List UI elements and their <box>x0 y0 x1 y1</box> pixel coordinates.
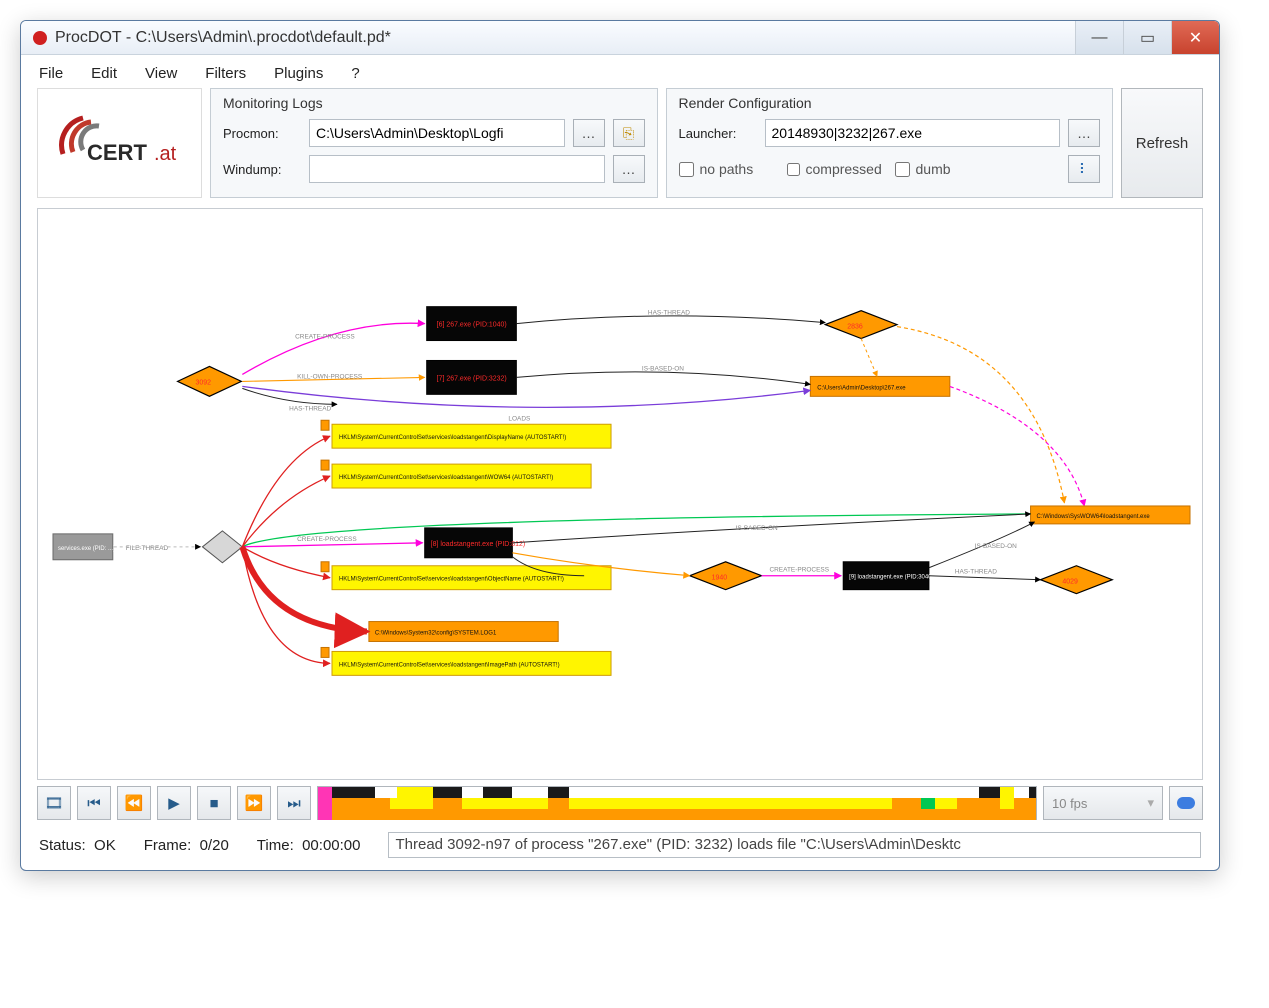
close-button[interactable]: ✕ <box>1171 21 1219 54</box>
svg-text:C:\Windows\SysWOW64\loadstange: C:\Windows\SysWOW64\loadstangent.exe <box>1037 514 1151 520</box>
maximize-button[interactable]: ▭ <box>1123 21 1171 54</box>
status-bar: Status: OK Frame: 0/20 Time: 00:00:00 Th… <box>21 826 1219 870</box>
svg-text:IS-BASED-ON: IS-BASED-ON <box>642 365 684 372</box>
windump-label: Windump: <box>223 162 301 177</box>
svg-text:HKLM\System\CurrentControlSet\: HKLM\System\CurrentControlSet\services\l… <box>339 435 566 441</box>
svg-text:HKLM\System\CurrentControlSet\: HKLM\System\CurrentControlSet\services\l… <box>339 577 564 583</box>
menubar: File Edit View Filters Plugins ? <box>21 55 1219 88</box>
svg-text:IS-BASED-ON: IS-BASED-ON <box>975 543 1017 550</box>
window-title: ProcDOT - C:\Users\Admin\.procdot\defaul… <box>55 29 1075 47</box>
procmon-input[interactable] <box>309 119 565 147</box>
svg-text:[9] loadstangent.exe (PID:3040: [9] loadstangent.exe (PID:3040) <box>849 575 933 581</box>
minimize-button[interactable]: — <box>1075 21 1123 54</box>
menu-edit[interactable]: Edit <box>91 65 117 82</box>
frame-value: 0/20 <box>200 837 229 854</box>
render-config-panel: Render Configuration Launcher: … no path… <box>666 88 1114 198</box>
rewind-button[interactable]: ⏪ <box>117 786 151 820</box>
svg-text:[6] 267.exe (PID:1040): [6] 267.exe (PID:1040) <box>437 322 507 329</box>
windump-input[interactable] <box>309 155 605 183</box>
svg-text:C:\Users\Admin\Desktop\267.exe: C:\Users\Admin\Desktop\267.exe <box>817 385 906 391</box>
no-paths-check[interactable]: no paths <box>679 161 757 177</box>
stop-button[interactable]: ■ <box>197 786 231 820</box>
launcher-input[interactable] <box>765 119 1061 147</box>
cert-logo: CERT .at <box>37 88 202 198</box>
play-button[interactable]: ▶ <box>157 786 191 820</box>
graph-canvas[interactable]: services.exe (PID: ...) FILE-THREAD 3092… <box>37 208 1203 780</box>
skip-end-button[interactable]: ⏭ <box>277 786 311 820</box>
procmon-browse-button[interactable]: … <box>573 119 605 147</box>
time-value: 00:00:00 <box>302 837 360 854</box>
chevron-down-icon: ▾ <box>1147 795 1154 811</box>
menu-help[interactable]: ? <box>351 65 359 82</box>
fps-select[interactable]: 10 fps▾ <box>1043 786 1163 820</box>
svg-text:HKLM\System\CurrentControlSet\: HKLM\System\CurrentControlSet\services\l… <box>339 662 560 668</box>
svg-text:2836: 2836 <box>847 324 863 331</box>
svg-text:CREATE-PROCESS: CREATE-PROCESS <box>297 536 357 543</box>
svg-text:[8] loadstangent.exe (PID:812): [8] loadstangent.exe (PID:812) <box>431 541 526 548</box>
skip-start-button[interactable]: ⏮ <box>77 786 111 820</box>
svg-text:HAS-THREAD: HAS-THREAD <box>955 569 997 576</box>
monitoring-logs-panel: Monitoring Logs Procmon: … ⎘ Windump: … <box>210 88 658 198</box>
playback-bar: 🎞 ⏮ ⏪ ▶ ■ ⏩ ⏭ 10 fps▾ <box>21 780 1219 826</box>
menu-view[interactable]: View <box>145 65 177 82</box>
forward-button[interactable]: ⏩ <box>237 786 271 820</box>
render-title: Render Configuration <box>679 95 1101 111</box>
refresh-button[interactable]: Refresh <box>1121 88 1203 198</box>
monitoring-title: Monitoring Logs <box>223 95 645 111</box>
svg-text:HAS-THREAD: HAS-THREAD <box>648 310 690 317</box>
svg-text:HAS-THREAD: HAS-THREAD <box>289 405 331 412</box>
svg-text:LOADS: LOADS <box>508 415 531 422</box>
menu-filters[interactable]: Filters <box>205 65 246 82</box>
titlebar[interactable]: ProcDOT - C:\Users\Admin\.procdot\defaul… <box>21 21 1219 55</box>
procmon-label: Procmon: <box>223 126 301 141</box>
svg-text:CREATE-PROCESS: CREATE-PROCESS <box>769 567 829 574</box>
svg-text:KILL-OWN-PROCESS: KILL-OWN-PROCESS <box>297 373 363 380</box>
app-window: ProcDOT - C:\Users\Admin\.procdot\defaul… <box>20 20 1220 871</box>
svg-text:[7] 267.exe (PID:3232): [7] 267.exe (PID:3232) <box>437 375 507 382</box>
svg-text:C:\Windows\System32\config\SYS: C:\Windows\System32\config\SYSTEM.LOG1 <box>375 631 497 637</box>
menu-plugins[interactable]: Plugins <box>274 65 323 82</box>
timeline[interactable] <box>317 786 1037 820</box>
svg-text:.at: .at <box>154 143 177 165</box>
svg-text:3092: 3092 <box>195 379 211 386</box>
film-button[interactable]: 🎞 <box>37 786 71 820</box>
event-log: Thread 3092-n97 of process "267.exe" (PI… <box>388 832 1201 858</box>
svg-text:FILE-THREAD: FILE-THREAD <box>126 545 169 552</box>
compressed-check[interactable]: compressed <box>787 161 865 177</box>
node-diamond-center[interactable] <box>202 531 242 563</box>
svg-text:services.exe (PID: ...): services.exe (PID: ...) <box>58 546 115 552</box>
menu-file[interactable]: File <box>39 65 63 82</box>
svg-text:IS-BASED-ON: IS-BASED-ON <box>736 525 778 532</box>
launcher-browse-button[interactable]: … <box>1068 119 1100 147</box>
record-button[interactable] <box>1169 786 1203 820</box>
launcher-label: Launcher: <box>679 126 757 141</box>
svg-text:CERT: CERT <box>87 140 147 165</box>
dumb-check[interactable]: dumb <box>895 161 973 177</box>
record-dot-icon <box>33 31 47 45</box>
svg-text:HKLM\System\CurrentControlSet\: HKLM\System\CurrentControlSet\services\l… <box>339 475 553 481</box>
svg-text:4029: 4029 <box>1062 579 1078 586</box>
status-value: OK <box>94 837 116 854</box>
svg-text:1940: 1940 <box>712 575 728 582</box>
procmon-unlink-button[interactable]: ⎘ <box>613 119 645 147</box>
graph-options-button[interactable]: ⠇ <box>1068 155 1100 183</box>
windump-browse-button[interactable]: … <box>613 155 645 183</box>
svg-text:CREATE-PROCESS: CREATE-PROCESS <box>295 334 355 341</box>
